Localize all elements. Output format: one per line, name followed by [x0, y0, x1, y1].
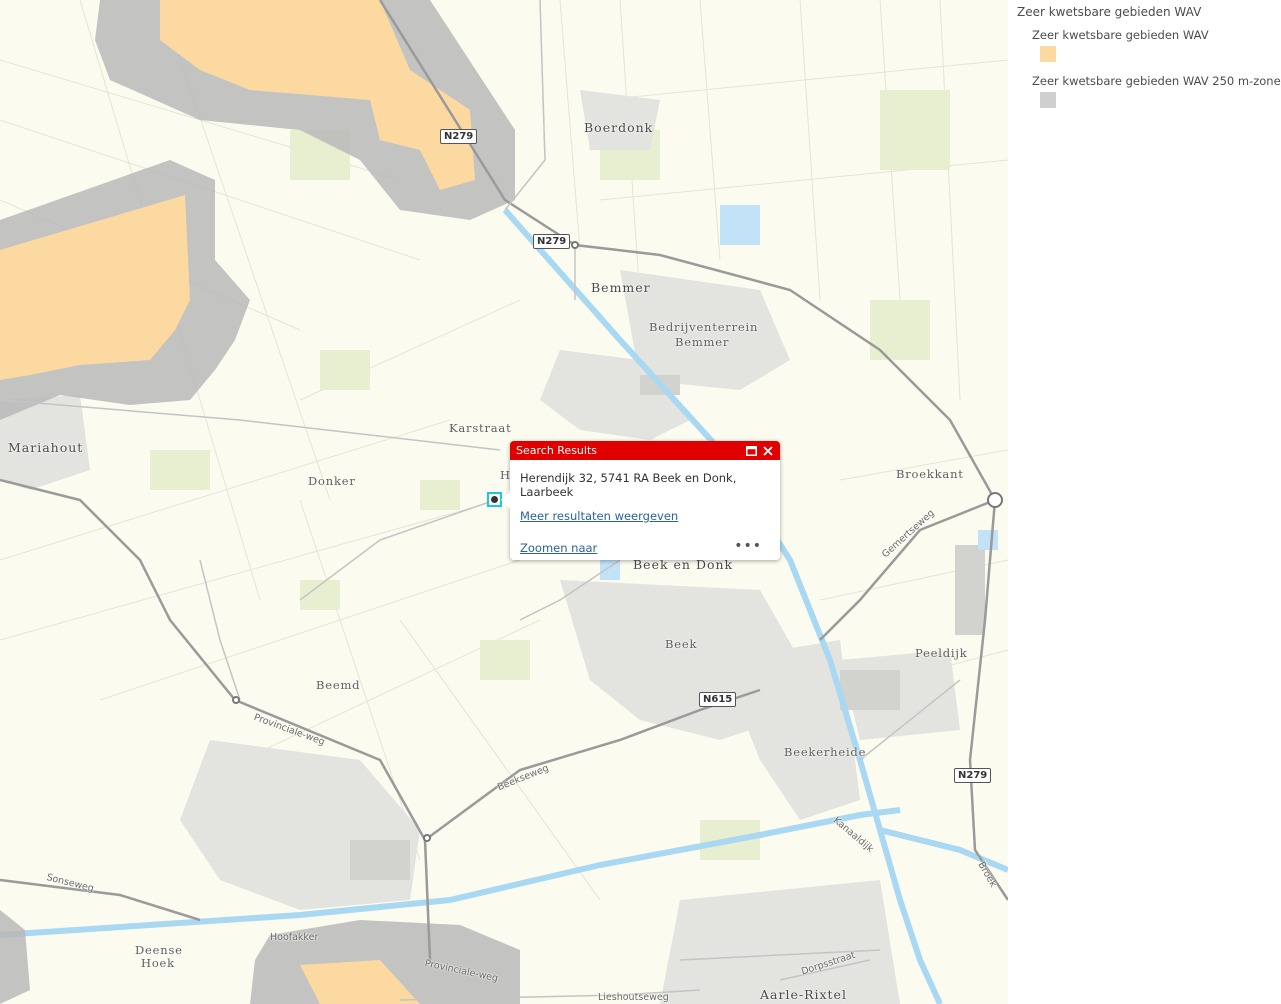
more-results-link[interactable]: Meer resultaten weergeven: [520, 509, 678, 523]
popup-header: Search Results: [510, 441, 780, 460]
road-shield-n279: N279: [440, 129, 478, 144]
place-label-karstraat: Karstraat: [449, 421, 512, 435]
legend-item-label: Zeer kwetsbare gebieden WAV 250 m-zone: [1032, 74, 1281, 88]
popup-title: Search Results: [516, 444, 598, 457]
place-label-broekkant: Broekkant: [896, 467, 964, 481]
place-label-peeldijk: Peeldijk: [915, 646, 968, 660]
legend-item-label: Zeer kwetsbare gebieden WAV: [1032, 28, 1209, 42]
maximize-icon[interactable]: [746, 441, 760, 460]
more-icon[interactable]: •••: [734, 538, 762, 554]
place-label-deense: Deense: [135, 943, 183, 957]
legend-swatch-wav: [1040, 46, 1056, 62]
place-label-bemmer: Bemmer: [591, 280, 651, 295]
legend-title: Zeer kwetsbare gebieden WAV: [1017, 5, 1202, 19]
place-label-bedrijventerrein-bemmer: Bemmer: [675, 335, 730, 349]
place-label-hoek: Hoek: [141, 956, 175, 970]
place-label-mariahout: Mariahout: [8, 440, 84, 455]
place-label-beemd: Beemd: [316, 678, 361, 692]
road-shield-n279: N279: [954, 768, 992, 783]
map-view[interactable]: Boerdonk Bemmer Bedrijventerrein Bemmer …: [0, 0, 1008, 1004]
search-result-marker[interactable]: [487, 492, 502, 507]
close-icon[interactable]: [763, 441, 777, 460]
street-label-lieshoutseweg: Lieshoutseweg: [598, 992, 669, 1003]
popup-pointer: [501, 491, 510, 509]
place-label-boerdonk: Boerdonk: [584, 120, 654, 135]
street-label-hoofakker: Hoofakker: [270, 932, 319, 943]
place-label-aarle-rixtel: Aarle-Rixtel: [760, 987, 847, 1002]
place-label-donker: Donker: [308, 474, 356, 488]
legend-panel: Zeer kwetsbare gebieden WAV Zeer kwetsba…: [1010, 0, 1281, 1004]
road-shield-n279: N279: [533, 234, 571, 249]
zoom-to-link[interactable]: Zoomen naar: [520, 541, 597, 555]
place-label-bedrijventerrein: Bedrijventerrein: [649, 320, 759, 334]
search-results-popup: Search Results Herendijk 32, 5741 RA Bee…: [501, 441, 780, 560]
road-shield-n615: N615: [699, 692, 737, 707]
result-address: Herendijk 32, 5741 RA Beek en Donk, Laar…: [520, 471, 737, 499]
place-label-beekerheide: Beekerheide: [784, 745, 867, 759]
legend-swatch-wav-250m: [1040, 92, 1056, 108]
place-label-beek: Beek: [665, 637, 698, 651]
